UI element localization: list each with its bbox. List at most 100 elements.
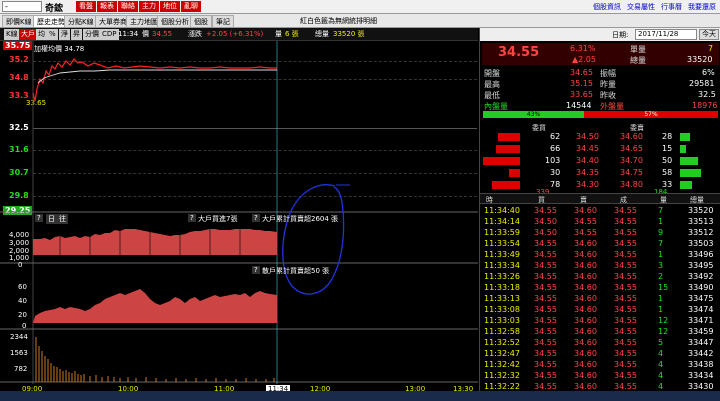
tick-q: 12 — [658, 316, 669, 325]
ticks-header: 時 買 賣 成 量 總量 — [480, 193, 720, 204]
sub2-y-2: 40 — [18, 297, 27, 305]
outer-vol: 18976 — [692, 101, 718, 110]
quick-button-chat[interactable]: 亂聊 — [181, 1, 201, 12]
tick-p: 34.55 — [614, 349, 637, 358]
btn-avg[interactable]: 均 — [36, 29, 47, 40]
symbol-input[interactable]: - — [2, 1, 42, 12]
tab-stock[interactable]: 個股 — [190, 15, 212, 27]
pct-change: 6.31% — [570, 44, 596, 53]
tick-t: 11:32:22 — [484, 382, 520, 391]
link-calendar[interactable]: 行事曆 — [661, 2, 682, 12]
sub1-btn-prev[interactable]: 往 — [57, 214, 68, 224]
btn-bigholder[interactable]: 大戶 — [19, 29, 37, 40]
tick-t: 11:32:42 — [484, 360, 520, 369]
tick-t: 11:33:26 — [484, 272, 520, 281]
tick-s: 34.60 — [574, 272, 597, 281]
btn-percent[interactable]: % — [47, 29, 58, 40]
tick-p: 34.55 — [614, 239, 637, 248]
tick-s: 34.60 — [574, 283, 597, 292]
tick-b: 34.55 — [534, 305, 557, 314]
tick-t: 11:32:58 — [484, 327, 520, 336]
sub1-help-icon-2[interactable]: ? — [252, 214, 260, 222]
amp-value: 6% — [702, 68, 715, 77]
tick-b: 34.55 — [534, 283, 557, 292]
tick-tot: 33512 — [688, 228, 714, 237]
tick-row: 11:33:13 34.55 34.60 34.55 1 33475 — [480, 294, 720, 305]
date-label: 日期: — [612, 31, 629, 39]
tick-tot: 33496 — [688, 250, 714, 259]
tick-row: 11:33:08 34.55 34.60 34.55 1 33474 — [480, 305, 720, 316]
sub2-title: 散戶累計買賣超50 張 — [262, 267, 330, 275]
vol-label: 量 — [275, 30, 282, 38]
tick-p: 34.55 — [614, 294, 637, 303]
orderbook-row: 30 34.35 34.75 58 — [480, 168, 720, 179]
tick-tot: 33447 — [688, 338, 714, 347]
tick-b: 34.55 — [534, 294, 557, 303]
tick-q: 1 — [658, 294, 664, 303]
total-label: 總量 — [315, 30, 329, 38]
tab-minute-k[interactable]: 分點K線 — [64, 15, 98, 27]
sub2-y-3: 20 — [18, 311, 27, 319]
tick-b: 34.55 — [534, 316, 557, 325]
sub1-y-5: 0 — [18, 261, 23, 269]
quick-button-position[interactable]: 地位 — [160, 1, 180, 12]
quick-button-watch[interactable]: 看盤 — [76, 1, 96, 12]
os-taskbar — [0, 391, 720, 401]
tick-row: 11:33:03 34.55 34.60 34.55 12 33471 — [480, 316, 720, 327]
tick-t: 11:33:03 — [484, 316, 520, 325]
tick-p: 34.55 — [614, 206, 637, 215]
btn-net[interactable]: 淨 — [59, 29, 70, 40]
ratio-inner: 43% — [483, 111, 584, 118]
tab-notes[interactable]: 筆記 — [212, 15, 234, 27]
tick-tot: 33492 — [688, 272, 714, 281]
sub2-help-icon[interactable]: ? — [252, 266, 260, 274]
quick-button-main[interactable]: 主力 — [139, 1, 159, 12]
tab-realtime-k[interactable]: 即價K線 — [2, 15, 36, 27]
today-button[interactable]: 今天 — [699, 29, 719, 40]
btn-price-dist[interactable]: 分價 — [83, 29, 101, 40]
tick-p: 34.55 — [614, 305, 637, 314]
sub2-y-4: 0 — [22, 322, 27, 330]
inner-vol: 14544 — [566, 101, 592, 110]
btn-kline[interactable]: K線 — [4, 29, 20, 40]
date-input[interactable]: 2017/11/28 — [635, 29, 697, 40]
link-trade-attr[interactable]: 交易屬性 — [627, 2, 655, 12]
tick-p: 34.55 — [614, 360, 637, 369]
tick-row: 11:33:49 34.55 34.60 34.55 1 33496 — [480, 250, 720, 261]
tick-s: 34.60 — [574, 261, 597, 270]
abs-change: ▲2.05 — [572, 55, 596, 64]
tick-row: 11:33:26 34.55 34.60 34.55 2 33492 — [480, 272, 720, 283]
total-vol: 33520 — [687, 55, 713, 64]
tick-q: 5 — [658, 338, 664, 347]
tab-analysis[interactable]: 個股分析 — [157, 15, 193, 27]
tick-row: 11:33:18 34.55 34.60 34.55 15 33490 — [480, 283, 720, 294]
tick-t: 11:32:32 — [484, 371, 520, 380]
tick-s: 34.55 — [574, 228, 597, 237]
tick-b: 34.55 — [534, 338, 557, 347]
prev-close-label: 昨收 — [600, 91, 616, 100]
tick-q: 12 — [658, 327, 669, 336]
quick-button-contact[interactable]: 聯絡 — [118, 1, 138, 12]
sub1-btn-day[interactable]: 日 — [46, 214, 57, 224]
tick-tot: 33520 — [688, 206, 714, 215]
tick-p: 34.55 — [614, 382, 637, 391]
handdrawn-circle — [282, 184, 345, 295]
tick-p: 34.55 — [614, 261, 637, 270]
sub1-help-icon[interactable]: ? — [188, 214, 196, 222]
tick-q: 15 — [658, 283, 669, 292]
sub2-y-1: 60 — [18, 283, 27, 291]
sub1-btn-help[interactable]: ? — [35, 214, 43, 222]
tick-row: 11:33:54 34.55 34.60 34.55 7 33503 — [480, 239, 720, 250]
price-value: 34.55 — [152, 30, 173, 38]
tick-b: 34.50 — [534, 217, 557, 226]
quick-button-report[interactable]: 報表 — [97, 1, 117, 12]
btn-cdp[interactable]: CDP — [100, 29, 119, 40]
prev-vol-value: 29581 — [689, 79, 715, 88]
link-restore[interactable]: 我要還原 — [688, 2, 716, 12]
tick-row: 11:32:47 34.55 34.60 34.55 4 33442 — [480, 349, 720, 360]
btn-rise[interactable]: 昇 — [71, 29, 82, 40]
tick-row: 11:33:59 34.50 34.55 34.55 9 33512 — [480, 228, 720, 239]
link-stock-info[interactable]: 個股資訊 — [593, 2, 621, 12]
sub3-y-3: 782 — [14, 365, 28, 373]
sub1-y-1: 4,000 — [9, 231, 30, 239]
